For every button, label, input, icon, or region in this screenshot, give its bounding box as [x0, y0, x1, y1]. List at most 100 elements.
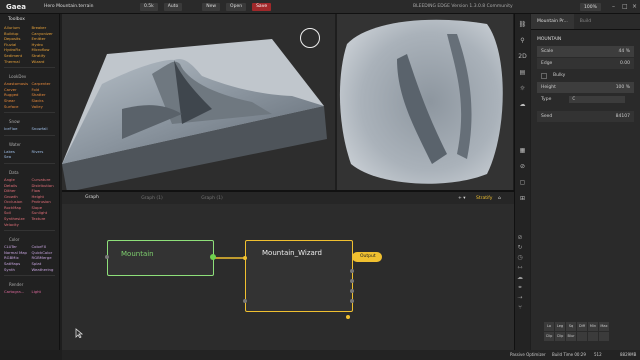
- version-label: BLEEDING EDGE Version 1.3.0.8 Community: [413, 4, 513, 9]
- color-list: CLUTer ColorFX Normal Map QuickColor RGBMix R…: [0, 244, 59, 272]
- toolbox-item[interactable]: Surface: [4, 104, 32, 110]
- frame-icon[interactable]: ▢: [518, 178, 528, 188]
- height-slider[interactable]: Height 100 %: [537, 82, 634, 93]
- cloud-small-icon[interactable]: ☁: [510, 274, 530, 284]
- properties-panel: Mountain Pr... Build MOUNTAIN Scale 44 %…: [531, 14, 640, 350]
- mountain-node-title: Mountain: [121, 250, 154, 258]
- cursor-icon: [75, 328, 84, 338]
- cloud-icon[interactable]: ☁: [518, 100, 528, 110]
- compass-icon[interactable]: ⊘: [518, 162, 528, 172]
- arrow-icon[interactable]: ⇢: [510, 294, 530, 304]
- branch-icon[interactable]: ⑂: [510, 304, 530, 314]
- build-op-button[interactable]: Clip: [544, 332, 554, 341]
- wizard-input-port[interactable]: [243, 256, 247, 260]
- maximize-icon[interactable]: □: [622, 3, 628, 10]
- sun-icon[interactable]: ☼: [518, 84, 528, 94]
- toolbox-item[interactable]: IceFloe: [4, 126, 32, 132]
- edge-slider[interactable]: Edge 0.00: [537, 58, 634, 69]
- scale-label: Scale: [541, 49, 554, 54]
- tab-graph-1[interactable]: Graph (1): [122, 196, 182, 201]
- toolbox-item[interactable]: Light: [32, 289, 60, 295]
- layers-icon[interactable]: ▤: [518, 68, 528, 78]
- output-port[interactable]: [210, 254, 216, 260]
- build-op-button[interactable]: Leg: [555, 322, 565, 331]
- bulky-row[interactable]: Bulky: [537, 70, 634, 81]
- save-button[interactable]: Save: [252, 2, 272, 11]
- lookdev-heading: LookDev: [9, 74, 27, 80]
- tab-build[interactable]: Build: [574, 14, 597, 29]
- primitives-list: Allurium Breaker Buildup Canyonizer Deposits…: [0, 25, 59, 64]
- build-op-button[interactable]: [577, 332, 587, 341]
- passive-optimizer[interactable]: Passive Optimizer: [510, 352, 546, 357]
- mountain-wizard-title: Mountain_Wizard: [262, 249, 322, 257]
- seed-field[interactable]: Seed 84107: [537, 111, 634, 122]
- refresh-icon[interactable]: ↻: [510, 244, 530, 254]
- toolbox-item[interactable]: Snowfall: [32, 126, 60, 132]
- expand-icon[interactable]: ⊞: [518, 194, 528, 204]
- tab-properties[interactable]: Mountain Pr...: [531, 14, 574, 29]
- open-button[interactable]: Open: [226, 2, 247, 11]
- home-icon[interactable]: ⌂: [498, 196, 501, 201]
- toolbox-item[interactable]: Sea: [4, 154, 32, 160]
- toolbox-item[interactable]: Cartogra...: [4, 289, 32, 295]
- snow-list: IceFloe Snowfall: [0, 126, 59, 132]
- build-op-button[interactable]: [599, 332, 609, 341]
- build-op-button[interactable]: Sq: [566, 322, 576, 331]
- lookdev-list: Anastomosis Carpenter Carver Fold Rugged Shat…: [0, 81, 59, 109]
- ram-label: 8829MB: [620, 352, 637, 357]
- wizard-bottom-port[interactable]: [346, 315, 350, 319]
- build-op-button[interactable]: Diff: [577, 322, 587, 331]
- build-op-button[interactable]: Min: [588, 322, 598, 331]
- add-icon[interactable]: + ▾: [458, 196, 465, 201]
- output-badge[interactable]: Output: [352, 252, 382, 262]
- link-icon[interactable]: ⛓: [518, 20, 528, 30]
- wizard-port-d[interactable]: [350, 299, 354, 303]
- 2d-viewport[interactable]: [337, 14, 513, 190]
- pin-icon[interactable]: ⚲: [518, 36, 528, 46]
- mode-select[interactable]: Auto: [163, 2, 183, 11]
- wizard-port-a[interactable]: [350, 269, 354, 273]
- mountain-node[interactable]: Mountain: [105, 240, 216, 276]
- stratify-label[interactable]: Stratify: [476, 196, 492, 201]
- toolbox-item[interactable]: Synth: [4, 267, 32, 273]
- render-list: Cartogra... Light: [0, 289, 59, 295]
- wizard-input-port-2[interactable]: [243, 299, 247, 303]
- toolbox-item[interactable]: Velocity: [4, 222, 32, 228]
- build-op-button[interactable]: Clip: [555, 332, 565, 341]
- viewport-zoom[interactable]: 100%: [580, 3, 601, 11]
- 3d-viewport[interactable]: [62, 14, 335, 190]
- minimize-icon[interactable]: –: [612, 3, 615, 10]
- mountain-wizard-node[interactable]: Mountain_Wizard: [243, 240, 354, 319]
- graph-tools: ⊘ ↻ ◷ ⇿ ☁ ⚭ ⇢ ⑂: [510, 234, 530, 324]
- build-op-button[interactable]: Blur: [566, 332, 576, 341]
- toolbox-item[interactable]: Wizard: [32, 59, 60, 65]
- grid-icon[interactable]: ▦: [518, 146, 528, 156]
- tab-graph-2[interactable]: Graph (1): [182, 196, 242, 201]
- clock-icon[interactable]: ◷: [510, 254, 530, 264]
- app-logo: Gaea: [6, 2, 26, 11]
- height-label: Height: [541, 85, 556, 90]
- build-op-button[interactable]: Max: [599, 322, 609, 331]
- resolution-select[interactable]: 0.5k: [140, 2, 158, 11]
- type-select[interactable]: C: [569, 96, 626, 103]
- edge-value: 0.00: [619, 61, 630, 66]
- view-2d-icon[interactable]: 2D: [518, 52, 528, 62]
- check-icon[interactable]: ⊘: [510, 234, 530, 244]
- gpu-label: 512: [594, 352, 602, 357]
- link-small-icon[interactable]: ⚭: [510, 284, 530, 294]
- build-op-button[interactable]: [588, 332, 598, 341]
- new-button[interactable]: New: [202, 2, 221, 11]
- wizard-port-c[interactable]: [350, 289, 354, 293]
- bulky-checkbox[interactable]: [541, 72, 547, 79]
- scale-slider[interactable]: Scale 44 %: [537, 46, 634, 57]
- input-port[interactable]: [105, 255, 109, 259]
- tab-graph[interactable]: Graph: [62, 191, 122, 205]
- build-op-button[interactable]: Lo: [544, 322, 554, 331]
- move-icon[interactable]: ⇿: [510, 264, 530, 274]
- close-icon[interactable]: ×: [632, 3, 637, 10]
- type-row: Type C: [537, 94, 634, 105]
- toolbox-item[interactable]: Valley: [32, 104, 60, 110]
- wizard-port-b[interactable]: [350, 279, 354, 283]
- toolbox-item[interactable]: Weathering: [32, 267, 60, 273]
- toolbox-item[interactable]: Thermal: [4, 59, 32, 65]
